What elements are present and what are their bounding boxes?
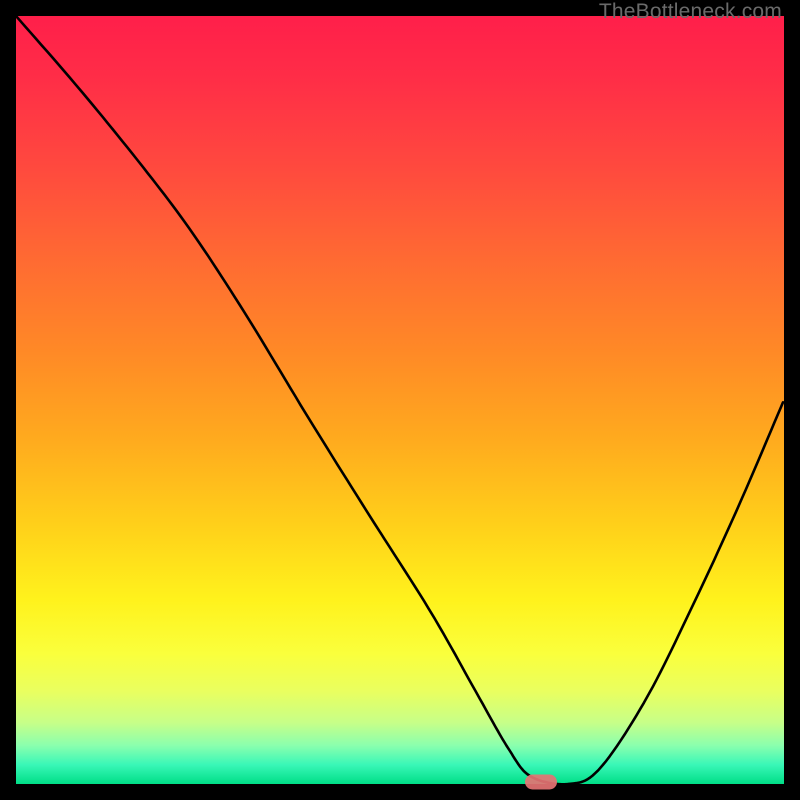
plot-area	[16, 16, 784, 784]
watermark-text: TheBottleneck.com	[599, 0, 782, 24]
curve-layer	[16, 16, 784, 784]
chart-frame: TheBottleneck.com	[0, 0, 800, 800]
optimal-marker	[525, 774, 557, 789]
bottleneck-curve	[16, 16, 783, 784]
